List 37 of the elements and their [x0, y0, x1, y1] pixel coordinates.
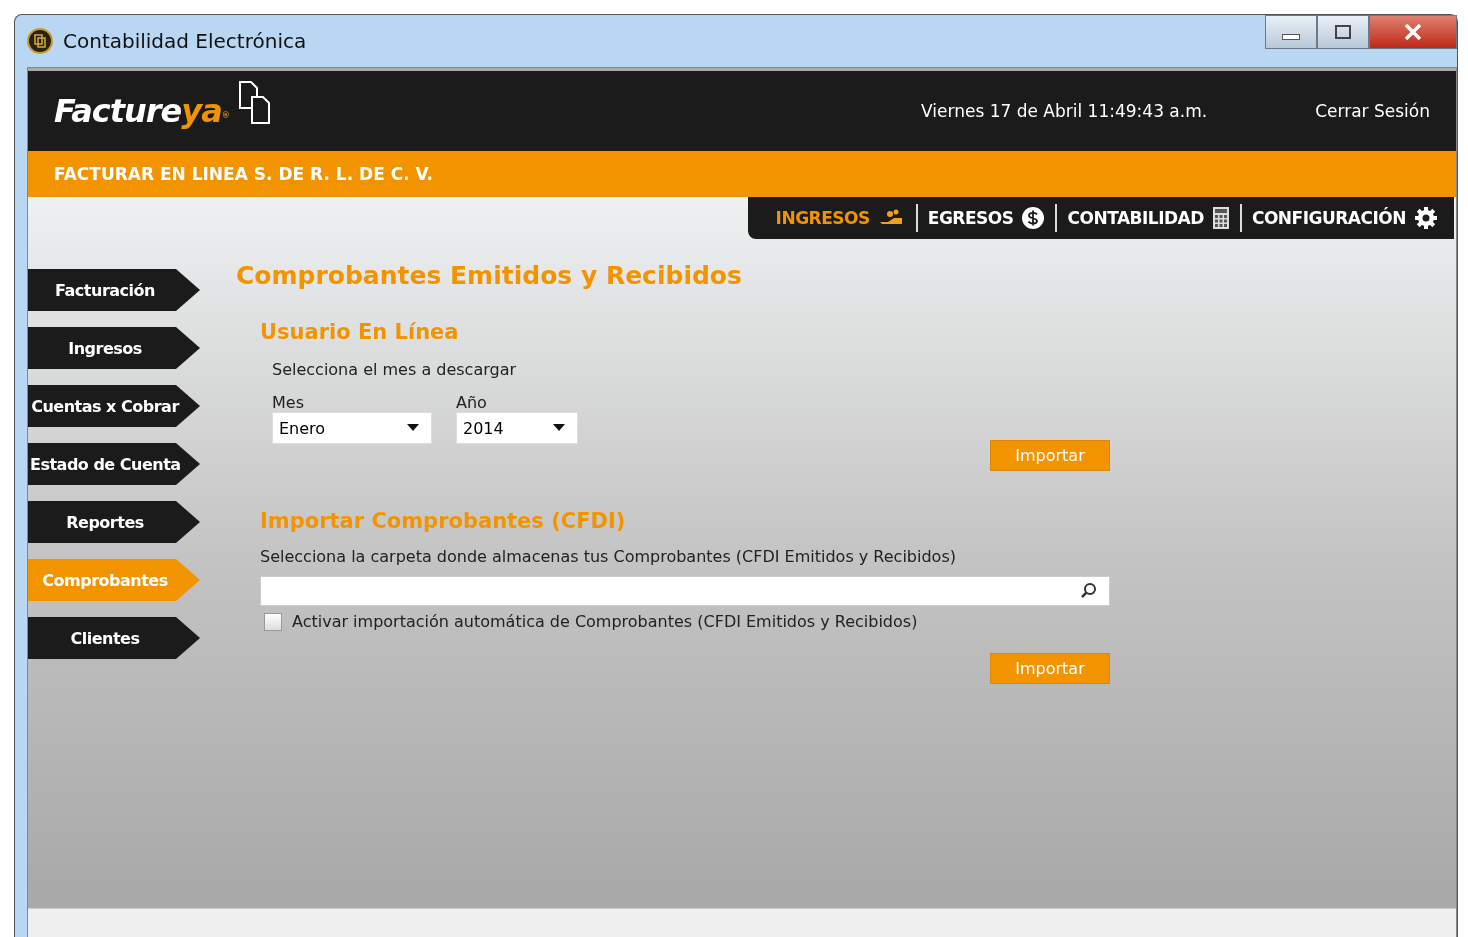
instruction-text: Selecciona el mes a descargar — [272, 360, 518, 379]
nav-tab[interactable]: CONTABILIDAD — [1057, 206, 1240, 230]
section-title: Usuario En Línea — [260, 320, 460, 344]
minimize-button[interactable] — [1265, 15, 1317, 49]
nav-tab[interactable]: INGRESOS — [765, 208, 916, 228]
sidebar-item[interactable]: Cuentas x Cobrar — [28, 385, 200, 427]
folder-path-field[interactable] — [260, 576, 1110, 606]
sidebar-item[interactable]: Facturación — [28, 269, 200, 311]
checkbox-label: Activar importación automática de Comprobantes (CFDI Emitidos y Recibidos) — [292, 612, 918, 631]
field-label: Mes — [272, 393, 305, 412]
sidebar-item[interactable]: Clientes — [28, 617, 200, 659]
nav-tab[interactable]: EGRESOS — [917, 206, 1056, 230]
logo: Factureya® — [54, 91, 230, 132]
dropdown[interactable]: Enero — [272, 412, 432, 444]
app-icon — [27, 28, 53, 54]
nav-tab[interactable]: CONFIGURACIÓN — [1241, 206, 1448, 230]
window-title: Contabilidad Electrónica — [63, 29, 307, 53]
caret-icon — [407, 424, 419, 432]
calculator-icon — [1211, 206, 1230, 230]
date-time: Viernes 17 de Abril 11:49:43 a.m. — [921, 101, 1208, 121]
field-label: Año — [456, 393, 488, 412]
caret-icon — [553, 424, 565, 432]
logout-link[interactable]: Cerrar Sesión — [1315, 101, 1430, 121]
sidebar-item[interactable]: Estado de Cuenta — [28, 443, 200, 485]
minimize-icon — [1282, 34, 1300, 40]
maximize-icon — [1332, 24, 1354, 40]
page-title: Comprobantes Emitidos y Recibidos — [236, 261, 743, 290]
sidebar-item[interactable]: Ingresos — [28, 327, 200, 369]
company-name: FACTURAR EN LINEA S. DE R. L. DE C. V. — [54, 164, 433, 184]
sidebar-item[interactable]: Reportes — [28, 501, 200, 543]
checkbox[interactable] — [264, 612, 282, 631]
dollar-icon — [1021, 206, 1046, 230]
maximize-button[interactable] — [1317, 15, 1369, 49]
dropdown[interactable]: 2014 — [456, 412, 578, 444]
instruction-text: Selecciona la carpeta donde almacenas tus Comprobantes (CFDI Emitidos y Recibidos) — [260, 547, 957, 566]
section-title: Importar Comprobantes (CFDI) — [260, 509, 627, 533]
close-button[interactable] — [1369, 15, 1457, 49]
